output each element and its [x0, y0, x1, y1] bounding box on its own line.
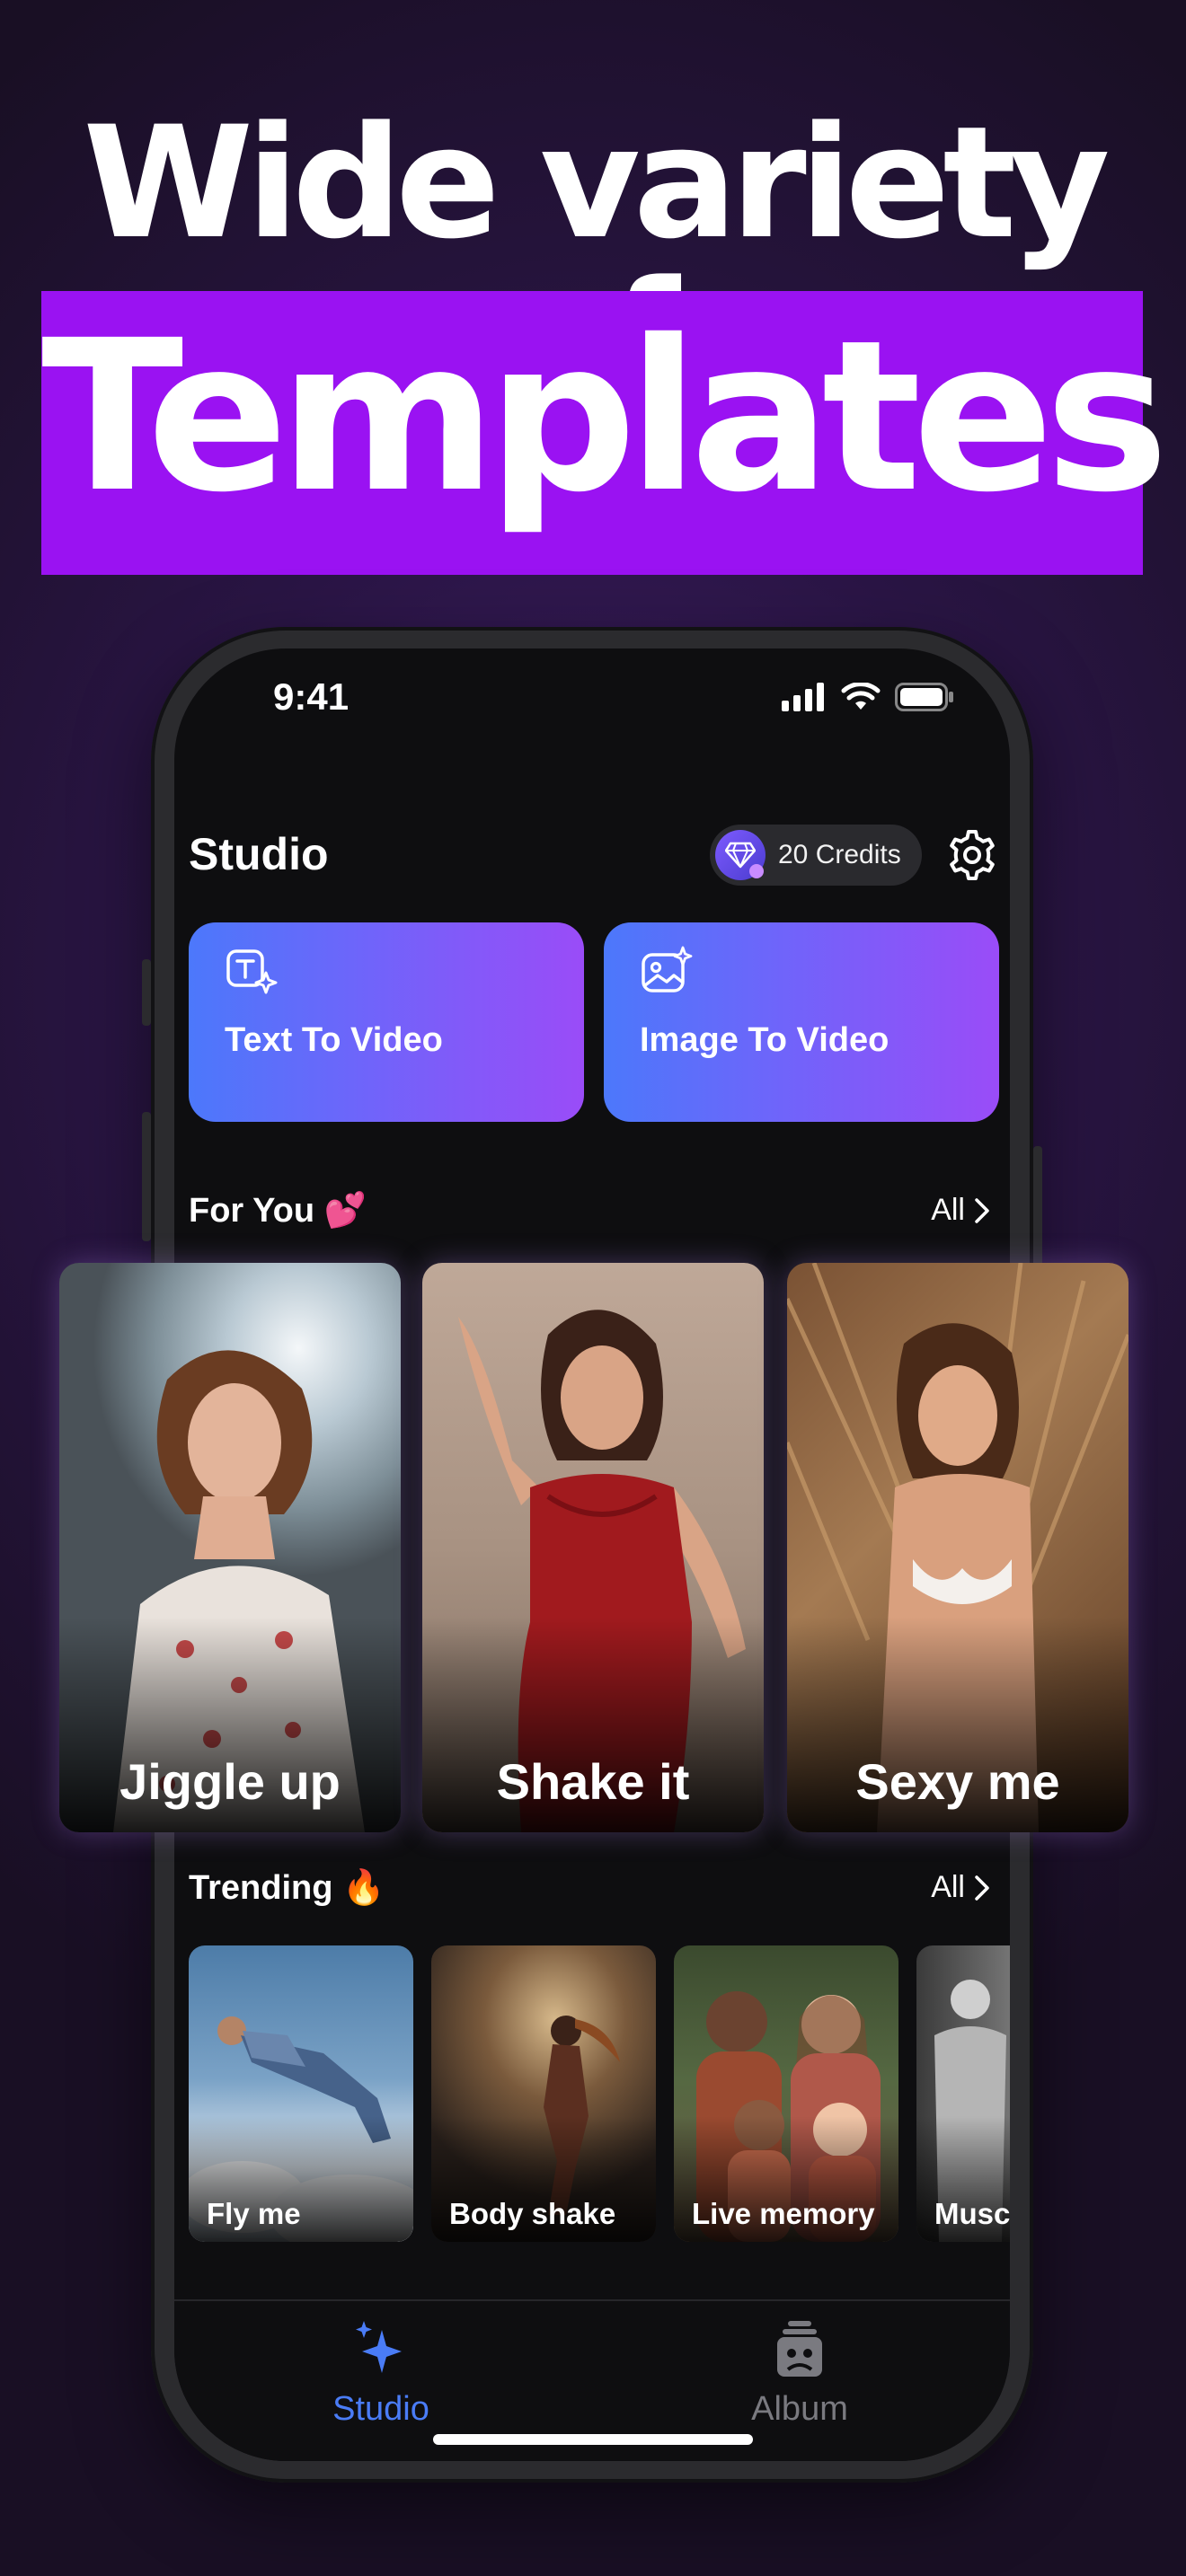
trending-card-live-memory[interactable]: Live memory: [674, 1945, 898, 2242]
image-sparkle-icon: [642, 946, 693, 992]
tab-album[interactable]: Album: [665, 2317, 934, 2429]
battery-icon: [895, 683, 953, 711]
trending-card-body-shake[interactable]: Body shake: [431, 1945, 656, 2242]
for-you-card-jiggle-up[interactable]: Jiggle up: [59, 1263, 401, 1832]
text-to-video-button[interactable]: Text To Video: [189, 922, 584, 1122]
phone-side-button: [142, 1112, 151, 1241]
trending-label: Body shake: [449, 2197, 616, 2230]
for-you-label: Sexy me: [855, 1753, 1060, 1810]
image-to-video-label: Image To Video: [640, 1021, 890, 1059]
for-you-title: For You 💕: [189, 1192, 367, 1230]
text-to-video-label: Text To Video: [225, 1021, 443, 1059]
for-you-card-shake-it[interactable]: Shake it: [422, 1263, 764, 1832]
for-you-all-label: All: [931, 1193, 965, 1227]
status-time: 9:41: [273, 675, 350, 718]
gem-status-dot: [749, 864, 764, 878]
tab-label: Album: [751, 2390, 848, 2428]
trending-card-musc[interactable]: Musc: [916, 1945, 1010, 2242]
trending-all-link[interactable]: All: [931, 1870, 990, 1905]
album-stack-icon: [777, 2321, 822, 2377]
for-you-card-sexy-me[interactable]: Sexy me: [787, 1263, 1128, 1832]
trending-label: Fly me: [207, 2197, 301, 2230]
phone-side-button: [142, 959, 151, 1026]
page-title: Studio: [189, 829, 329, 879]
trending-label: Musc: [934, 2197, 1010, 2230]
chevron-right-icon: [975, 1875, 989, 1901]
gear-icon[interactable]: [945, 828, 999, 882]
credits-label: 20 Credits: [778, 840, 901, 869]
trending-label: Live memory: [692, 2197, 875, 2230]
diamond-icon: [715, 830, 766, 880]
trending-title: Trending 🔥: [189, 1869, 385, 1907]
home-indicator: [433, 2434, 753, 2445]
signal-icon: [782, 683, 824, 711]
for-you-label: Jiggle up: [119, 1753, 341, 1810]
image-to-video-button[interactable]: Image To Video: [604, 922, 999, 1122]
trending-all-label: All: [931, 1870, 965, 1904]
for-you-label: Shake it: [496, 1753, 690, 1810]
chevron-right-icon: [975, 1197, 989, 1223]
tab-label: Studio: [332, 2390, 429, 2428]
headline-line-2: Templates: [41, 296, 1169, 538]
sparkles-icon: [356, 2321, 402, 2373]
credits-badge[interactable]: 20 Credits: [710, 825, 922, 886]
for-you-all-link[interactable]: All: [931, 1193, 990, 1228]
tab-studio[interactable]: Studio: [246, 2317, 516, 2429]
trending-list: Fly me Body shake Live memory Musc: [189, 1945, 1010, 2242]
trending-card-fly-me[interactable]: Fly me: [189, 1945, 413, 2242]
wifi-icon: [841, 683, 881, 710]
status-icons: [782, 683, 954, 711]
text-sparkle-icon: [226, 949, 278, 994]
